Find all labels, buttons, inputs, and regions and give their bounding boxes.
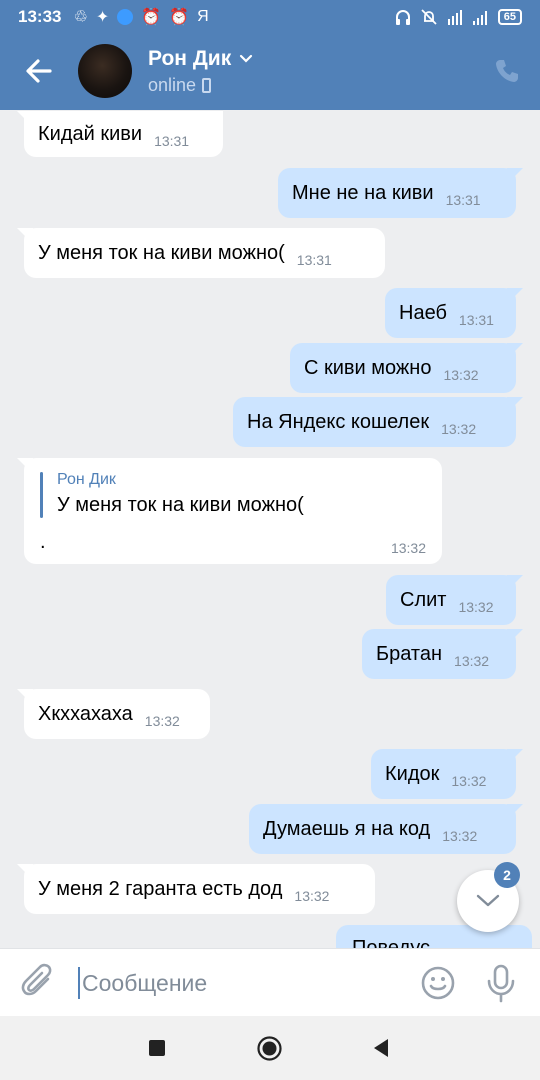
status-time: 13:33	[18, 7, 62, 26]
recent-apps-button[interactable]	[149, 1040, 165, 1056]
message-time: 13:32	[454, 653, 490, 669]
headphones-icon	[395, 10, 410, 25]
message-bubble-incoming[interactable]: У меня 2 гаранта есть дод 13:32	[24, 864, 375, 914]
message-time: 13:32	[144, 713, 180, 729]
chevron-down-icon	[240, 54, 253, 63]
alarm-icon: ⏰	[141, 9, 162, 26]
message-time: 13:32	[443, 367, 479, 383]
avatar[interactable]	[78, 44, 132, 98]
mute-icon	[421, 9, 437, 25]
status-bar: 13:33 ♲ ✦ ⏰ ⏰ Я 65	[0, 0, 540, 34]
back-button[interactable]	[372, 1038, 390, 1058]
quoted-text: У меня ток на киви можно(	[57, 494, 304, 516]
message-time: 13:31	[154, 133, 190, 149]
message-text: .	[40, 531, 46, 553]
emoji-icon[interactable]	[420, 965, 456, 1001]
message-text: Кидок	[385, 762, 440, 785]
message-time: 13:32	[442, 828, 478, 844]
message-bubble-outgoing[interactable]: Слит 13:32	[386, 575, 516, 625]
message-time: 13:32	[458, 599, 494, 615]
contact-status: online	[148, 75, 212, 96]
message-text: На Яндекс кошелек	[247, 410, 430, 433]
message-text: Братан	[376, 642, 443, 665]
paperclip-icon[interactable]	[20, 963, 58, 1001]
message-bubble-outgoing[interactable]: Кидок 13:32	[371, 749, 516, 799]
message-text: Наеб	[399, 301, 447, 324]
message-bubble-outgoing[interactable]: Думаешь я на код 13:32	[249, 804, 516, 854]
quoted-author: Рон Дик	[57, 471, 116, 488]
chat-toolbar: Рон Дик online	[0, 34, 540, 110]
globe-icon	[117, 9, 134, 25]
message-input[interactable]	[82, 963, 402, 1003]
notification-icons: ♲ ✦ ⏰ ⏰ Я	[73, 7, 208, 27]
message-bubble-incoming-reply[interactable]: Рон Дик У меня ток на киви можно( . 13:3…	[24, 458, 442, 564]
status-text: online	[148, 75, 197, 95]
message-bubble-outgoing[interactable]: Мне не на киви 13:31	[278, 168, 516, 218]
message-bubble-outgoing[interactable]: Братан 13:32	[362, 629, 516, 679]
chevron-down-icon	[476, 894, 500, 907]
message-time: 13:32	[451, 773, 487, 789]
quote-bar	[40, 472, 43, 518]
message-bubble-outgoing[interactable]: Наеб 13:31	[385, 288, 516, 338]
message-text: У меня 2 гаранта есть дод	[38, 877, 283, 900]
contact-name-button[interactable]: Рон Дик	[148, 47, 253, 71]
signal-icon	[472, 11, 487, 25]
message-text: У меня ток на киви можно(	[38, 241, 285, 264]
system-navigation-bar	[0, 1016, 540, 1080]
message-bubble-incoming[interactable]: У меня ток на киви можно( 13:31	[24, 228, 385, 278]
message-time: 13:31	[296, 252, 332, 268]
message-text: Слит	[400, 588, 447, 611]
message-time: 13:32	[294, 888, 330, 904]
unread-count-badge: 2	[494, 862, 520, 888]
alarm-icon: ⏰	[169, 9, 190, 26]
message-text: Мне не на киви	[292, 181, 434, 204]
star-icon: ✦	[95, 9, 110, 26]
mobile-icon	[202, 78, 212, 93]
message-bubble-outgoing[interactable]: С киви можно 13:32	[290, 343, 516, 393]
message-time: 13:31	[458, 312, 494, 328]
system-icons: 65	[394, 8, 522, 26]
message-text: Кидай киви	[38, 122, 143, 145]
microphone-icon[interactable]	[484, 963, 518, 1003]
contact-name: Рон Дик	[148, 47, 232, 70]
message-text: С киви можно	[304, 356, 432, 379]
yandex-icon: Я	[197, 8, 209, 25]
message-text: Хкххахаха	[38, 702, 133, 725]
message-bubble-outgoing[interactable]: На Яндекс кошелек 13:32	[233, 397, 516, 447]
message-composer	[0, 948, 540, 1016]
message-time: 13:32	[441, 421, 477, 437]
app-header: 13:33 ♲ ✦ ⏰ ⏰ Я 65 Рон Дик online	[0, 0, 540, 110]
sync-icon: ♲	[73, 9, 88, 26]
battery-indicator: 65	[497, 9, 522, 25]
phone-call-icon[interactable]	[494, 58, 520, 84]
wifi-icon	[447, 10, 462, 25]
message-bubble-incoming[interactable]: Хкххахаха 13:32	[24, 689, 210, 739]
message-time: 13:32	[390, 540, 426, 556]
message-bubble-incoming[interactable]: Кидай киви 13:31	[24, 111, 223, 157]
home-button[interactable]	[257, 1036, 282, 1061]
back-arrow-icon[interactable]	[22, 54, 56, 88]
text-cursor	[78, 967, 80, 999]
message-time: 13:31	[445, 192, 481, 208]
message-text: Думаешь я на код	[263, 817, 431, 840]
